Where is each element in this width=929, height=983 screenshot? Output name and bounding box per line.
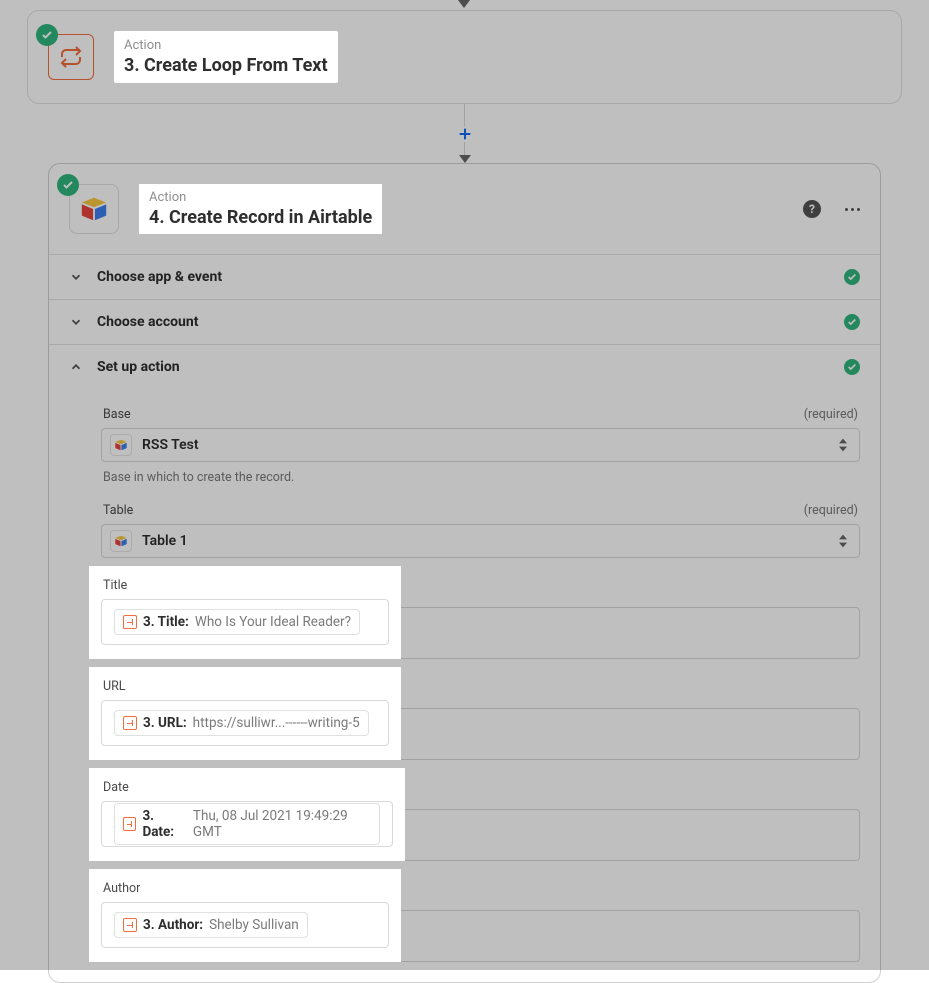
field-label: Date [103,780,393,795]
section-choose-app-event[interactable]: Choose app & event [49,254,880,299]
mapped-value-pill[interactable]: 3. Title: Who Is Your Ideal Reader? [114,609,360,635]
pill-key: 3. Author: [143,917,203,933]
help-icon[interactable]: ? [803,200,821,218]
field-url-highlight: URL 3. URL: https://sulliwr...------writ… [89,667,401,760]
url-input[interactable]: 3. URL: https://sulliwr...------writing-… [101,700,389,746]
field-label: Base [103,407,131,422]
mapped-value-pill[interactable]: 3. Date: Thu, 08 Jul 2021 19:49:29 GMT [114,803,380,845]
pill-value: Who Is Your Ideal Reader? [195,614,351,630]
step-4-header-actions: ? [803,200,860,218]
pill-value: https://sulliwr...------writing-5 [193,715,360,731]
step-3-title-box: Action 3. Create Loop From Text [114,31,338,83]
field-label: Author [103,881,389,896]
status-check-icon [844,314,860,330]
mapped-value-pill[interactable]: 3. URL: https://sulliwr...------writing-… [114,710,369,736]
connector-arrowhead [459,155,471,163]
connector-line [464,142,465,156]
title-input[interactable]: 3. Title: Who Is Your Ideal Reader? [101,599,389,645]
date-input[interactable]: 3. Date: Thu, 08 Jul 2021 19:49:29 GMT [101,801,393,847]
chevron-up-icon [69,360,83,374]
status-check-badge [36,24,58,46]
required-indicator: (required) [804,407,858,422]
step-4-card: Action 4. Create Record in Airtable ? Ch… [48,163,881,983]
section-label: Set up action [97,359,180,375]
step-4-title-box: Action 4. Create Record in Airtable [139,184,382,234]
table-select-value: Table 1 [142,533,188,549]
more-menu-icon[interactable] [845,200,860,218]
pill-key: 3. Date: [142,808,186,840]
base-help-text: Base in which to create the record. [103,470,860,485]
field-table: Table (required) Table 1 [69,503,860,558]
chevron-down-icon [69,270,83,284]
field-label: Title [103,578,389,593]
field-label-row: Table (required) [69,503,860,518]
pill-key: 3. URL: [143,715,187,731]
loop-source-icon [123,716,137,730]
step-3-title: 3. Create Loop From Text [124,55,328,76]
field-label-row: Base (required) [69,407,860,422]
connector-arrowhead-top [458,0,470,8]
table-select[interactable]: Table 1 [101,524,860,558]
add-step-button[interactable] [455,124,475,144]
required-indicator: (required) [804,503,858,518]
step-3-icon-wrap [48,34,94,80]
field-label: URL [103,679,389,694]
step-4-eyebrow: Action [149,190,372,205]
base-select[interactable]: RSS Test [101,428,860,462]
sort-arrows-icon [839,438,847,452]
step-4-icon-wrap [69,184,119,234]
loop-source-icon [123,918,137,932]
chevron-down-icon [69,315,83,329]
setup-action-form: Base (required) RSS Test Base in which [49,407,880,982]
pill-key: 3. Title: [143,614,189,630]
field-title-highlight: Title 3. Title: Who Is Your Ideal Reader… [89,566,401,659]
connector [0,104,929,163]
section-choose-account[interactable]: Choose account [49,299,880,344]
step-4-header: Action 4. Create Record in Airtable ? [49,164,880,254]
section-label: Choose app & event [97,269,222,285]
author-input[interactable]: 3. Author: Shelby Sullivan [101,902,389,948]
section-setup-action[interactable]: Set up action [49,344,880,389]
field-author-highlight: Author 3. Author: Shelby Sullivan [89,869,401,962]
step-4-title: 4. Create Record in Airtable [149,207,372,228]
step-3-eyebrow: Action [124,38,328,53]
connector-line [464,104,465,126]
section-label: Choose account [97,314,198,330]
step-3-card[interactable]: Action 3. Create Loop From Text [27,10,902,104]
status-check-badge [57,174,79,196]
sort-arrows-icon [839,534,847,548]
loop-source-icon [123,615,137,629]
field-label: Table [103,503,133,518]
airtable-icon [110,530,132,552]
mapped-value-pill[interactable]: 3. Author: Shelby Sullivan [114,912,308,938]
field-base: Base (required) RSS Test Base in which [69,407,860,485]
pill-value: Shelby Sullivan [209,917,299,933]
pill-value: Thu, 08 Jul 2021 19:49:29 GMT [193,808,371,840]
status-check-icon [844,269,860,285]
status-check-icon [844,359,860,375]
field-date-highlight: Date 3. Date: Thu, 08 Jul 2021 19:49:29 … [89,768,405,861]
base-select-value: RSS Test [142,437,199,453]
airtable-icon [110,434,132,456]
loop-source-icon [123,817,136,831]
